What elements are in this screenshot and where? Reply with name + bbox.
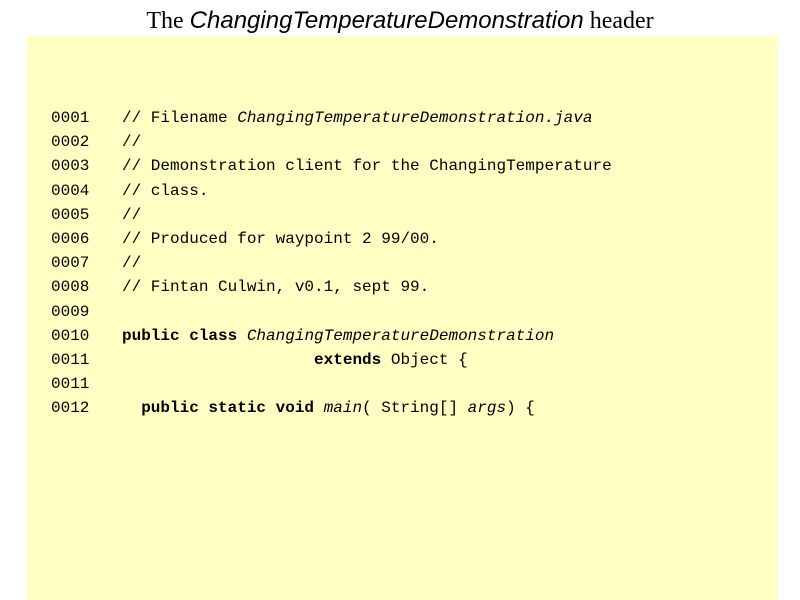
title-prefix: The — [146, 8, 190, 34]
code-token: ( String[] — [362, 399, 468, 418]
code-line: 0006 // Produced for waypoint 2 99/00. — [51, 227, 612, 251]
code-line: 0004 // class. — [51, 179, 612, 203]
slide: The ChangingTemperatureDemonstration hea… — [0, 0, 800, 600]
line-code: // — [122, 203, 141, 227]
line-code: public class ChangingTemperatureDemonstr… — [122, 324, 554, 348]
code-token: ChangingTemperatureDemonstration.java — [237, 109, 593, 127]
code-token: // Demonstration client for the Changing… — [122, 157, 612, 176]
code-token: // — [122, 205, 142, 224]
line-number: 0006 — [51, 229, 90, 248]
line-code: // Filename ChangingTemperatureDemonstra… — [122, 106, 592, 130]
code-line: 0011 — [51, 372, 612, 396]
code-token: // — [122, 254, 142, 273]
code-token: // class. — [122, 181, 209, 200]
line-code: // class. — [122, 179, 208, 203]
title-suffix: header — [583, 8, 654, 34]
line-code: // Produced for waypoint 2 99/00. — [122, 227, 439, 251]
code-line: 0001 // Filename ChangingTemperatureDemon… — [51, 106, 612, 130]
code-token: // Produced for waypoint 2 99/00. — [122, 229, 439, 248]
line-number: 0007 — [51, 254, 90, 273]
line-number: 0011 — [51, 375, 90, 394]
line-number: 0010 — [51, 326, 90, 345]
code-listing: 0001 // Filename ChangingTemperatureDemon… — [51, 106, 612, 420]
code-token: public class — [122, 326, 247, 345]
line-number: 0002 — [51, 133, 90, 152]
code-line: 0010 public class ChangingTemperatureDemo… — [51, 324, 612, 348]
slide-title: The ChangingTemperatureDemonstration hea… — [0, 6, 800, 36]
line-code: extends Object { — [122, 348, 468, 372]
code-token: extends — [314, 350, 382, 369]
code-token: main — [323, 399, 363, 418]
code-line: 0007 // — [51, 251, 612, 275]
code-line: 0005 // — [51, 203, 612, 227]
line-number: 0005 — [51, 205, 90, 224]
title-class-name: ChangingTemperatureDemonstration — [189, 7, 584, 34]
line-number: 0011 — [51, 350, 90, 369]
line-code: // — [122, 251, 141, 275]
code-line: 0002 // — [51, 130, 612, 154]
code-line: 0012 public static void main( String[] a… — [51, 396, 612, 420]
code-token: ChangingTemperatureDemonstration — [246, 326, 555, 345]
code-listing-panel: 0001 // Filename ChangingTemperatureDemon… — [27, 36, 778, 600]
line-code: public static void main( String[] args) … — [122, 396, 535, 420]
line-number: 0001 — [51, 109, 90, 127]
code-token: args — [467, 399, 507, 418]
code-token: public static void — [141, 399, 324, 418]
code-line: 0009 — [51, 300, 612, 324]
code-line: 0003 // Demonstration client for the Chan… — [51, 154, 612, 178]
line-code: // Fintan Culwin, v0.1, sept 99. — [122, 275, 429, 299]
code-line: 0011 extends Object { — [51, 348, 612, 372]
line-number: 0008 — [51, 278, 90, 297]
code-token: ) { — [506, 399, 535, 418]
code-token: // Filename — [122, 109, 238, 127]
code-token: Object { — [381, 350, 468, 369]
line-number: 0003 — [51, 157, 90, 176]
line-code: // Demonstration client for the Changing… — [122, 154, 612, 178]
code-token: // — [122, 133, 142, 152]
line-number: 0012 — [51, 399, 90, 418]
line-number: 0004 — [51, 181, 90, 200]
line-code: // — [122, 130, 141, 154]
code-token: // Fintan Culwin, v0.1, sept 99. — [122, 278, 430, 297]
code-line: 0008 // Fintan Culwin, v0.1, sept 99. — [51, 275, 612, 299]
line-number: 0009 — [51, 302, 90, 321]
